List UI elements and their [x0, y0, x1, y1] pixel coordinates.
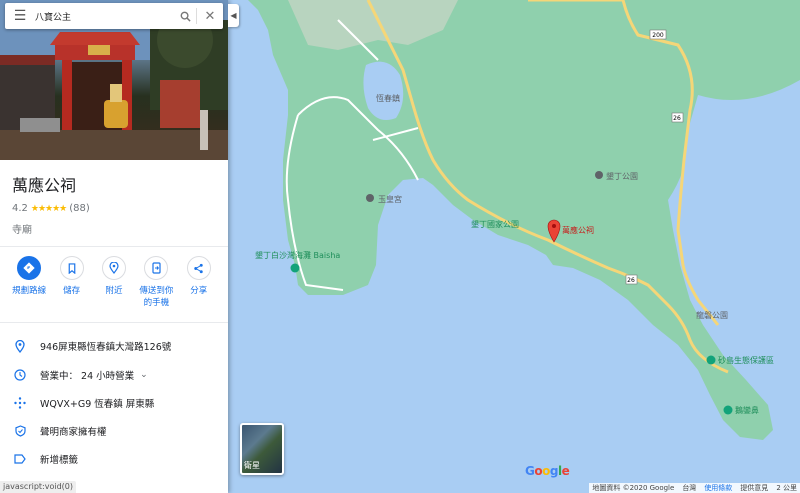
send-to-phone-button[interactable]: 傳送到你的手機	[136, 256, 176, 309]
action-label: 傳送到你的手機	[139, 286, 174, 308]
nearby-button[interactable]: 附近	[94, 256, 134, 309]
park-marker-icon[interactable]	[595, 171, 603, 179]
place-label: 砂島生態保護區	[718, 355, 774, 365]
search-icon[interactable]	[174, 7, 196, 26]
shield-icon	[0, 425, 40, 437]
place-category[interactable]: 寺廟	[12, 221, 32, 236]
collapse-panel-button[interactable]: ◀	[228, 4, 239, 27]
eluanbi-marker-icon[interactable]	[723, 405, 733, 415]
save-button[interactable]: 儲存	[52, 256, 92, 309]
road-shield-label: 26	[627, 277, 635, 284]
road-shield-label: 200	[652, 32, 664, 39]
claim-business-text: 聲明商家擁有權	[40, 427, 107, 438]
address-row[interactable]: 946屏東縣恆春鎮大灣路126號	[0, 335, 228, 357]
feedback-link[interactable]: 提供意見	[740, 483, 768, 493]
region-link[interactable]: 台灣	[682, 483, 696, 493]
place-panel: ☰ ✕ 萬應公祠 4.2 ★★★★★ (88) 寺廟 規劃路線	[0, 0, 228, 493]
add-label-row[interactable]: 新增標籤	[0, 448, 228, 470]
section-divider	[0, 246, 228, 247]
rating-stars-icon: ★★★★★	[30, 203, 67, 214]
plus-code-icon	[0, 397, 40, 409]
place-label: 墾丁白沙灣海灘 Baisha	[255, 250, 340, 260]
maps-app: 200 26 26 恆春鎮 玉皇宮 墾丁公園 墾丁國家公園 萬應公祠 墾丁白沙灣…	[0, 0, 800, 493]
plus-code-row[interactable]: WQVX+G9 恆春鎮 屏東縣	[0, 392, 228, 414]
map-attribution: 地圖資料 ©2020 Google 台灣 使用條款 提供意見 2 公里	[589, 483, 800, 493]
review-count[interactable]: (88)	[69, 203, 90, 214]
phone-icon	[144, 256, 169, 280]
place-rating[interactable]: 4.2 ★★★★★ (88)	[12, 203, 90, 214]
action-buttons: 規劃路線 儲存 附近 傳送到你的手機 分享	[0, 256, 228, 309]
section-divider	[0, 322, 228, 323]
terms-link[interactable]: 使用條款	[704, 483, 732, 493]
browser-status-bar: javascript:void(0)	[0, 481, 77, 493]
scale-label[interactable]: 2 公里	[776, 483, 797, 493]
bookmark-icon	[59, 256, 84, 280]
place-label: 墾丁國家公園	[471, 219, 519, 229]
place-label: 墾丁公園	[606, 171, 638, 181]
action-label: 分享	[190, 286, 208, 296]
place-label: 萬應公祠	[562, 225, 594, 235]
map-data-credit: 地圖資料 ©2020 Google	[592, 484, 675, 492]
hours-text: 營業中： 24 小時營業	[40, 371, 135, 382]
claim-business-row[interactable]: 聲明商家擁有權	[0, 420, 228, 442]
clock-icon	[0, 369, 40, 381]
chevron-down-icon[interactable]: ⌄	[140, 370, 148, 380]
plus-code-text: WQVX+G9 恆春鎮 屏東縣	[40, 399, 155, 410]
hours-row[interactable]: 營業中： 24 小時營業 ⌄	[0, 364, 228, 386]
beach-marker-icon[interactable]	[290, 263, 300, 273]
address-text: 946屏東縣恆春鎮大灣路126號	[40, 342, 172, 353]
place-label: 鵝鑾鼻	[735, 405, 759, 415]
satellite-layer-button[interactable]: 衛星	[240, 423, 284, 475]
directions-button[interactable]: 規劃路線	[9, 256, 49, 309]
map-canvas[interactable]: 200 26 26 恆春鎮 玉皇宮 墾丁公園 墾丁國家公園 萬應公祠 墾丁白沙灣…	[228, 0, 800, 493]
menu-icon[interactable]: ☰	[5, 8, 35, 24]
close-icon[interactable]: ✕	[197, 9, 223, 24]
place-label: 龍磐公園	[696, 310, 728, 320]
rating-value: 4.2	[12, 203, 28, 214]
nearby-icon	[101, 256, 126, 280]
place-label: 恆春鎮	[376, 93, 400, 103]
location-pin-icon	[0, 339, 40, 353]
road-shield-label: 26	[673, 115, 681, 122]
share-icon	[186, 256, 211, 280]
directions-icon	[17, 256, 42, 280]
google-logo: Google	[525, 464, 570, 478]
label-icon	[0, 454, 40, 464]
add-label-text: 新增標籤	[40, 455, 79, 466]
satellite-label: 衛星	[244, 461, 260, 470]
action-label: 附近	[105, 286, 123, 296]
share-button[interactable]: 分享	[179, 256, 219, 309]
reserve-marker-icon[interactable]	[706, 355, 716, 365]
action-label: 儲存	[63, 286, 81, 296]
search-box: ☰ ✕	[5, 3, 223, 29]
place-label: 玉皇宮	[378, 194, 402, 204]
place-title: 萬應公祠	[12, 176, 77, 195]
temple-marker-icon[interactable]	[366, 194, 374, 202]
search-input[interactable]	[35, 11, 174, 21]
action-label: 規劃路線	[12, 286, 47, 296]
